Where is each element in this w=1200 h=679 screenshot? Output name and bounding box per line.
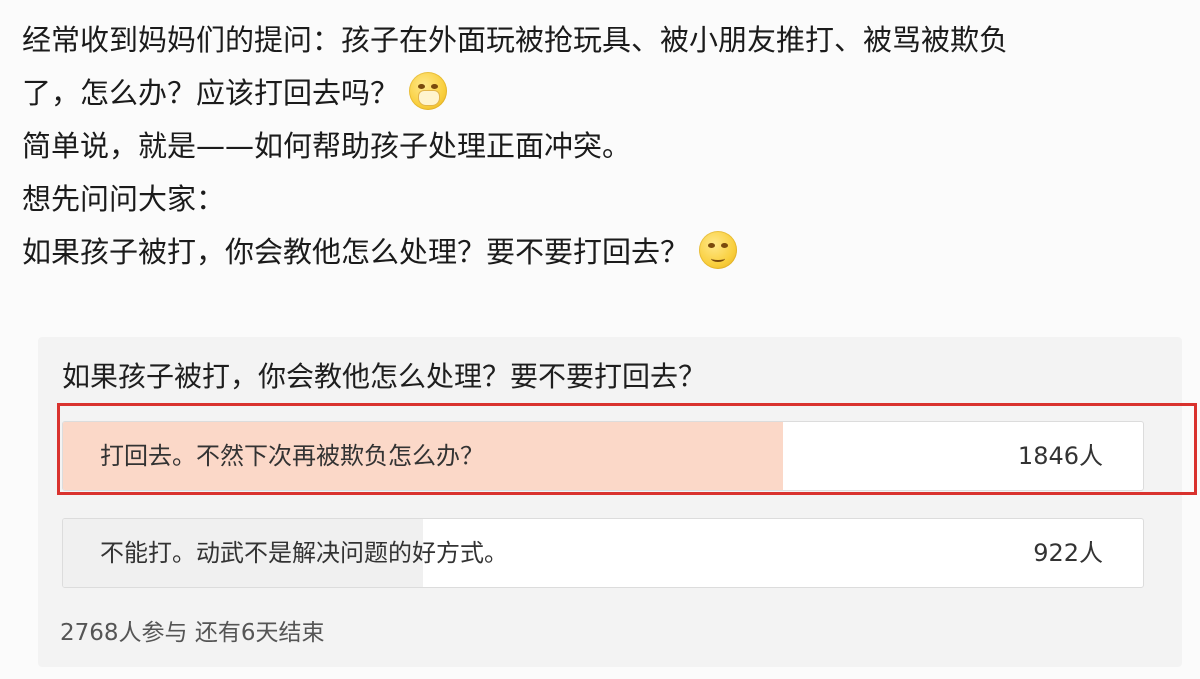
poll-option-fight-back[interactable]: 打回去。不然下次再被欺负怎么办？ 1846人 <box>62 421 1144 491</box>
post-text-line: 如果孩子被打，你会教他怎么处理？要不要打回去？ <box>22 226 1182 279</box>
grin-hands-emoji-icon <box>409 72 448 110</box>
poll-option-label: 打回去。不然下次再被欺负怎么办？ <box>100 442 484 470</box>
poll-option-label: 不能打。动武不是解决问题的好方式。 <box>100 539 508 567</box>
post-body: 经常收到妈妈们的提问：孩子在外面玩被抢玩具、被小朋友推打、被骂被欺负 了，怎么办… <box>22 14 1182 279</box>
post-text-line: 了，怎么办？应该打回去吗？ <box>22 67 1182 120</box>
poll-option-count: 1846人 <box>1017 442 1103 470</box>
post-text: 如果孩子被打，你会教他怎么处理？要不要打回去？ <box>22 235 690 269</box>
poll-question: 如果孩子被打，你会教他怎么处理？要不要打回去？ <box>62 360 707 393</box>
thinking-emoji-icon <box>699 231 738 269</box>
poll-footer: 2768人参与 还有6天结束 <box>60 620 325 646</box>
post-text-line: 经常收到妈妈们的提问：孩子在外面玩被抢玩具、被小朋友推打、被骂被欺负 <box>22 23 1009 57</box>
post-text-line: 简单说，就是——如何帮助孩子处理正面冲突。 <box>22 129 632 163</box>
poll-card: 如果孩子被打，你会教他怎么处理？要不要打回去？ 打回去。不然下次再被欺负怎么办？… <box>38 337 1197 667</box>
poll-option-count: 922人 <box>1033 539 1103 567</box>
post-text-line: 想先问问大家： <box>22 182 226 216</box>
poll-option-dont-fight[interactable]: 不能打。动武不是解决问题的好方式。 922人 <box>62 518 1144 588</box>
post-text: 了，怎么办？应该打回去吗？ <box>22 76 400 110</box>
